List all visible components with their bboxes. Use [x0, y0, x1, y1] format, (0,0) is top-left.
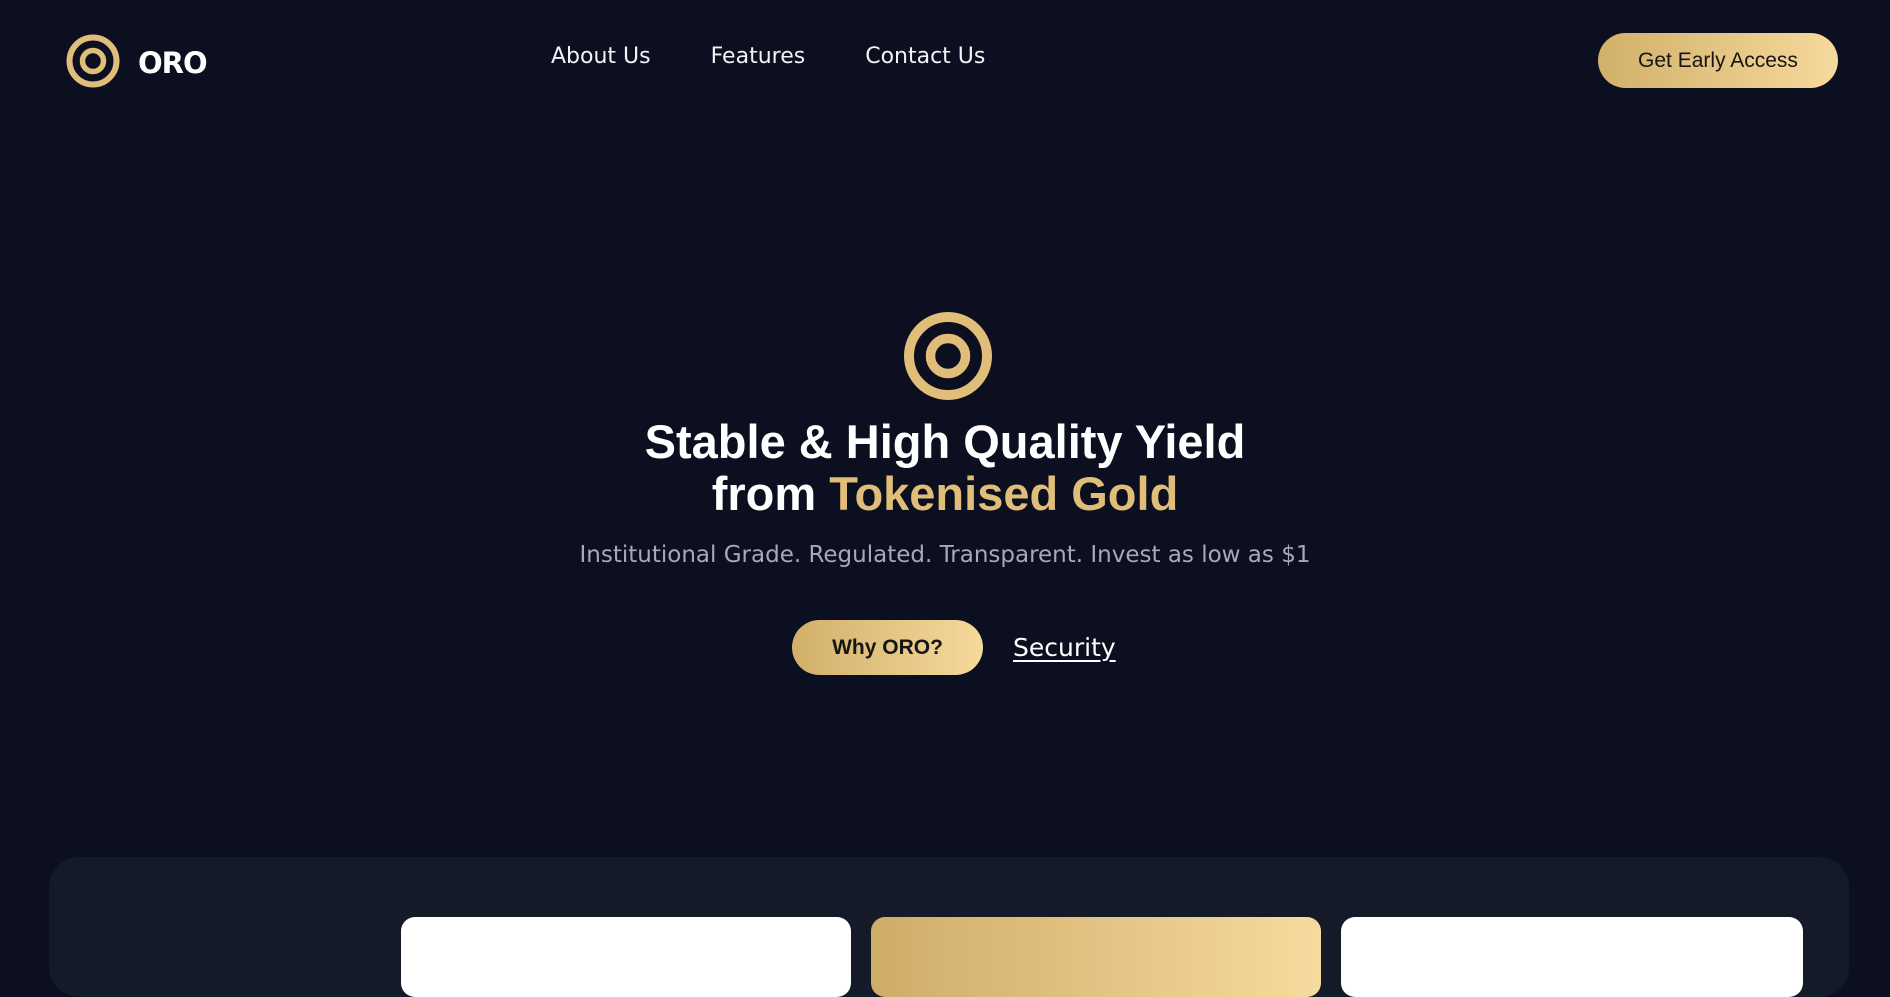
brand-name: ORO [138, 46, 208, 80]
hero-actions: Why ORO? Security [792, 620, 1116, 675]
feature-card[interactable] [401, 917, 851, 997]
hero-title-highlight: Tokenised Gold [829, 467, 1179, 520]
hero-title: Stable & High Quality Yield from Tokenis… [0, 416, 1890, 520]
hero-subtitle: Institutional Grade. Regulated. Transpar… [579, 542, 1311, 568]
hero-title-line2-prefix: from [711, 467, 830, 520]
feature-card[interactable] [1341, 917, 1803, 997]
nav-link-contact-us[interactable]: Contact Us [865, 44, 985, 69]
get-early-access-button[interactable]: Get Early Access [1598, 33, 1838, 88]
feature-card-highlighted[interactable] [871, 917, 1321, 997]
nav-link-features[interactable]: Features [711, 44, 806, 69]
oro-logo-icon [66, 34, 120, 92]
nav-link-about-us[interactable]: About Us [551, 44, 651, 69]
nav-links: About Us Features Contact Us [551, 44, 985, 69]
security-link[interactable]: Security [1013, 633, 1116, 662]
hero-title-line1: Stable & High Quality Yield [644, 415, 1246, 468]
brand[interactable]: ORO [66, 34, 208, 92]
why-oro-button[interactable]: Why ORO? [792, 620, 983, 675]
navbar: ORO About Us Features Contact Us Get Ear… [0, 0, 1890, 121]
hero-oro-logo-icon [903, 311, 993, 405]
